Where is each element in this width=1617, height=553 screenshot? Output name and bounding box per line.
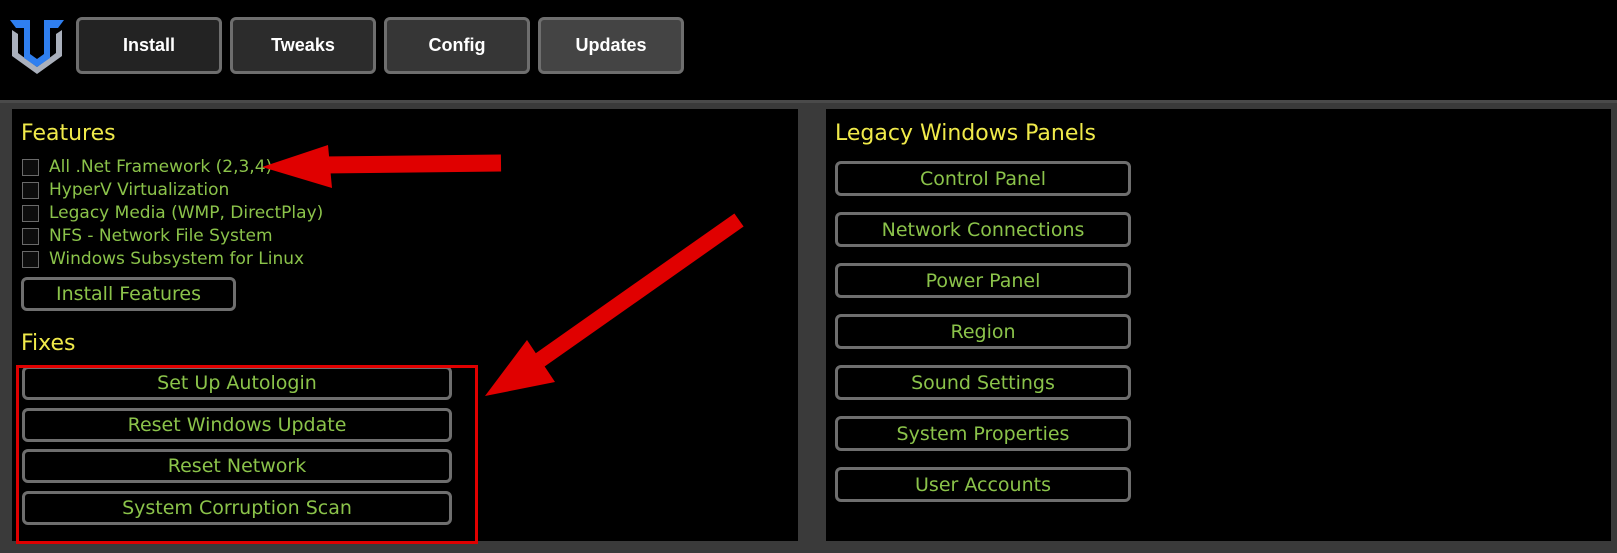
app-logo-icon [10,20,64,74]
tab-config[interactable]: Config [384,17,530,74]
user-accounts-button[interactable]: User Accounts [835,467,1131,502]
tab-updates[interactable]: Updates [538,17,684,74]
tab-install[interactable]: Install [76,17,222,74]
checkbox[interactable] [22,250,39,268]
control-panel-button[interactable]: Control Panel [835,161,1131,196]
fixes-heading: Fixes [21,331,76,356]
feature-label: Legacy Media (WMP, DirectPlay) [49,203,324,223]
checkbox[interactable] [22,227,39,245]
checkbox[interactable] [22,181,39,199]
feature-label: HyperV Virtualization [49,180,230,200]
region-button[interactable]: Region [835,314,1131,349]
legacy-panels-heading: Legacy Windows Panels [835,121,1096,146]
install-features-button[interactable]: Install Features [21,277,236,311]
tab-tweaks[interactable]: Tweaks [230,17,376,74]
feature-item-dotnet[interactable]: All .Net Framework (2,3,4) [22,156,272,178]
sound-settings-button[interactable]: Sound Settings [835,365,1131,400]
checkbox[interactable] [22,204,39,222]
feature-label: All .Net Framework (2,3,4) [49,157,273,177]
system-properties-button[interactable]: System Properties [835,416,1131,451]
feature-item-wsl[interactable]: Windows Subsystem for Linux [22,248,304,270]
checkbox[interactable] [22,158,39,176]
feature-item-hyperv[interactable]: HyperV Virtualization [22,179,229,201]
feature-label: Windows Subsystem for Linux [49,249,305,269]
feature-item-nfs[interactable]: NFS - Network File System [22,225,273,247]
feature-label: NFS - Network File System [49,226,273,246]
power-panel-button[interactable]: Power Panel [835,263,1131,298]
network-connections-button[interactable]: Network Connections [835,212,1131,247]
legacy-panels-panel: Legacy Windows Panels Control Panel Netw… [826,109,1611,541]
top-bar: Install Tweaks Config Updates [0,0,1617,100]
feature-item-legacy-media[interactable]: Legacy Media (WMP, DirectPlay) [22,202,323,224]
fixes-highlight-box [16,365,478,544]
features-heading: Features [21,121,116,146]
